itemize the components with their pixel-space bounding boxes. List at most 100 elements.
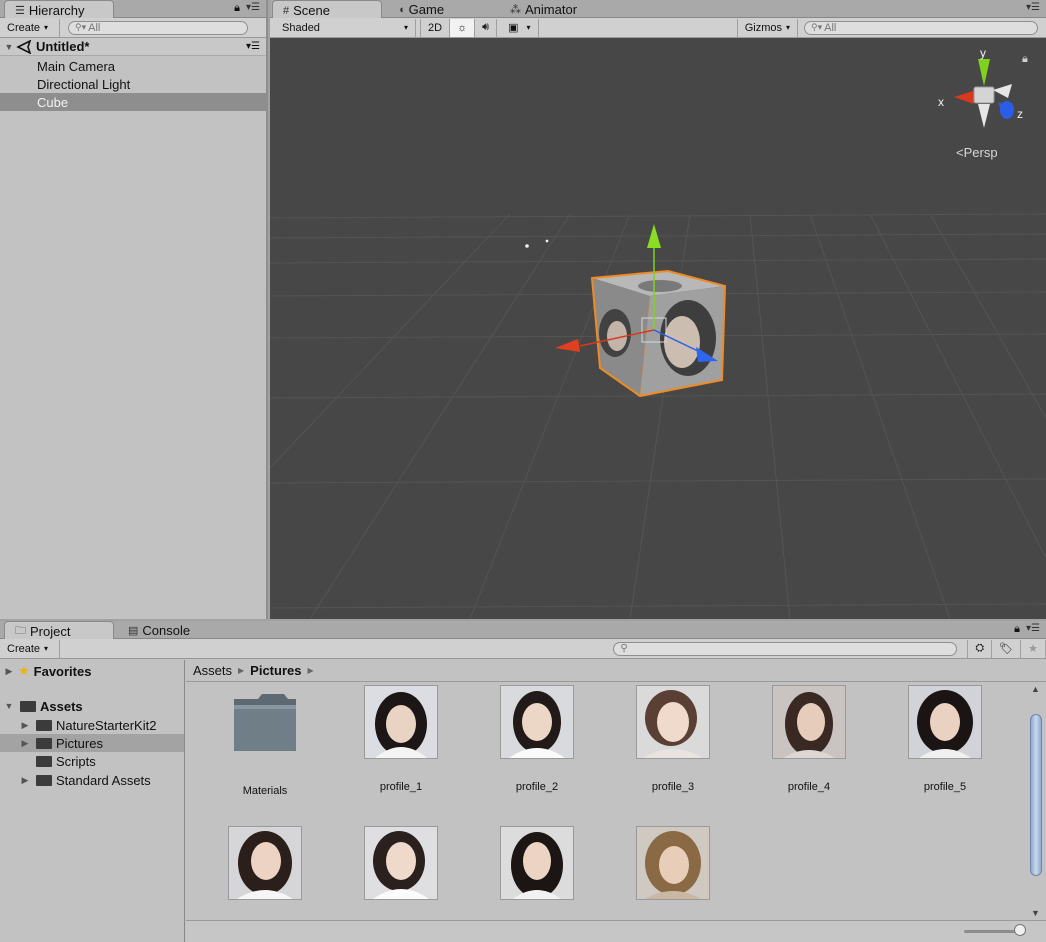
image-icon: ▣ — [508, 22, 519, 34]
filter-by-type-button[interactable]: ⛭ — [967, 639, 993, 658]
image-thumbnail — [228, 826, 302, 900]
scene-viewport[interactable]: y x z 🔒︎ <Persp — [270, 38, 1046, 619]
viewport-lock-icon[interactable]: 🔒︎ — [1022, 52, 1028, 65]
panel-menu-icon[interactable]: ▾☰ — [1026, 623, 1040, 634]
hierarchy-panel: ☰ Hierarchy 🔒︎ ▾☰ Create ▾ ⚲▾ All ▼ Unti… — [0, 0, 268, 619]
tab-animator-label: Animator — [525, 2, 578, 17]
expand-arrow-icon[interactable]: ▶ — [18, 720, 32, 731]
scene-search-input[interactable]: ⚲▾ All — [804, 20, 1038, 35]
asset-profile-image[interactable] — [482, 826, 592, 922]
gizmo-label-y: y — [980, 46, 986, 60]
tab-hierarchy[interactable]: ☰ Hierarchy — [4, 0, 114, 19]
filter-by-label-button[interactable]: 🏷︎ — [992, 639, 1022, 658]
breadcrumb-separator-icon: ▶ — [238, 666, 245, 675]
scene-audio-toggle[interactable]: 🔊︎ — [475, 18, 498, 37]
folder-row-standard-assets[interactable]: ▶ Standard Assets — [0, 771, 184, 789]
expand-arrow-icon[interactable]: ▶ — [18, 738, 32, 749]
folder-icon — [36, 755, 52, 767]
asset-profile-image[interactable] — [210, 826, 320, 922]
hierarchy-tabbar: ☰ Hierarchy 🔒︎ ▾☰ — [0, 0, 266, 19]
hierarchy-item-main-camera[interactable]: Main Camera — [0, 57, 266, 75]
tab-scene[interactable]: # Scene — [272, 0, 382, 19]
breadcrumb-item[interactable]: Assets — [193, 663, 232, 678]
asset-profile-image[interactable] — [618, 826, 728, 922]
asset-profile-5[interactable]: profile_5 — [890, 685, 1000, 793]
tab-console[interactable]: ▤ Console — [118, 621, 198, 639]
selected-cube[interactable] — [590, 269, 727, 398]
asset-materials-folder[interactable]: Materials — [210, 685, 320, 797]
gizmos-dropdown[interactable]: Gizmos ▾ — [736, 18, 798, 37]
project-panel: 🗀 Project ▤ Console 🔒︎ ▾☰ Create ▾ ⚲ ⛭ 🏷… — [0, 621, 1046, 942]
asset-grid-scrollbar[interactable]: ▲ ▼ — [1029, 682, 1043, 920]
x-axis-handle[interactable] — [555, 339, 580, 352]
asset-label: profile_5 — [923, 781, 967, 793]
hierarchy-search-input[interactable]: ⚲▾ All — [68, 20, 248, 35]
asset-label: Materials — [242, 785, 288, 797]
asset-profile-2[interactable]: profile_2 — [482, 685, 592, 793]
scene-panel: # Scene ◖ Game ⁂ Animator ▾☰ Shaded ▾ 2D… — [270, 0, 1046, 619]
panel-menu-icon[interactable]: ▾☰ — [246, 2, 260, 13]
hierarchy-item-directional-light[interactable]: Directional Light — [0, 75, 266, 93]
create-dropdown[interactable]: Create ▾ — [0, 639, 60, 658]
image-thumbnail — [908, 685, 982, 759]
assets-label: Assets — [40, 698, 83, 714]
project-tabbar: 🗀 Project ▤ Console 🔒︎ ▾☰ — [0, 621, 1046, 640]
asset-profile-1[interactable]: profile_1 — [346, 685, 456, 793]
folder-row-naturestarterkit2[interactable]: ▶ NatureStarterKit2 — [0, 716, 184, 734]
dropdown-arrow-icon: ▾ — [403, 23, 408, 32]
expand-arrow-icon[interactable]: ▼ — [2, 701, 16, 711]
project-search-input[interactable]: ⚲ — [613, 641, 958, 656]
orientation-gizmo[interactable] — [954, 59, 1014, 128]
lock-icon[interactable]: 🔒︎ — [234, 2, 240, 15]
scene-menu-icon[interactable]: ▾☰ — [246, 41, 260, 52]
folder-label: NatureStarterKit2 — [56, 717, 157, 733]
dropdown-arrow-icon: ▾ — [44, 644, 49, 653]
star-icon: ★ — [1028, 643, 1038, 655]
tab-project[interactable]: 🗀 Project — [4, 621, 114, 640]
tab-game[interactable]: ◖ Game — [388, 0, 452, 18]
assets-row[interactable]: ▼ Assets — [0, 697, 184, 715]
scene-tabbar: # Scene ◖ Game ⁂ Animator ▾☰ — [270, 0, 1046, 19]
asset-profile-3[interactable]: profile_3 — [618, 685, 728, 793]
projection-toggle[interactable]: <Persp — [956, 145, 998, 160]
tab-animator[interactable]: ⁂ Animator — [500, 0, 585, 18]
hierarchy-item-cube[interactable]: Cube — [0, 93, 266, 111]
save-search-button[interactable]: ★ — [1021, 639, 1046, 658]
scrollbar-thumb[interactable] — [1030, 714, 1042, 876]
folder-icon — [36, 774, 52, 786]
star-icon: ★ — [18, 663, 30, 678]
scene-effects-dropdown[interactable]: ▣ ▾ — [501, 18, 539, 37]
scene-lighting-toggle[interactable]: ☼ — [450, 18, 476, 37]
folder-label: Standard Assets — [56, 772, 151, 788]
hierarchy-item-label: Directional Light — [37, 76, 131, 92]
2d-toggle-button[interactable]: 2D — [420, 18, 451, 37]
asset-label: profile_4 — [787, 781, 831, 793]
hierarchy-item-label: Main Camera — [37, 58, 116, 74]
asset-label: profile_3 — [651, 781, 695, 793]
scroll-up-icon[interactable]: ▲ — [1031, 684, 1040, 694]
folder-row-scripts[interactable]: Scripts — [0, 752, 184, 770]
thumbnail-size-slider-knob[interactable] — [1014, 924, 1026, 936]
lock-icon[interactable]: 🔒︎ — [1014, 623, 1020, 636]
expand-arrow-icon[interactable]: ▶ — [18, 775, 32, 786]
breadcrumb-item-current[interactable]: Pictures — [250, 663, 301, 678]
folder-label: Pictures — [56, 735, 103, 751]
scroll-down-icon[interactable]: ▼ — [1031, 908, 1040, 918]
asset-profile-4[interactable]: profile_4 — [754, 685, 864, 793]
gizmos-label: Gizmos — [744, 21, 782, 34]
filter-type-icon: ⛭ — [975, 642, 985, 654]
expand-arrow-icon[interactable]: ▶ — [2, 666, 16, 677]
favorites-row[interactable]: ▶ ★ Favorites — [0, 662, 184, 680]
folder-icon — [36, 719, 52, 731]
tab-console-label: Console — [142, 623, 191, 638]
create-dropdown[interactable]: Create ▾ — [0, 18, 60, 37]
folder-row-pictures[interactable]: ▶ Pictures — [0, 734, 184, 752]
panel-menu-icon[interactable]: ▾☰ — [1026, 2, 1040, 13]
scene-root-row[interactable]: ▼ Untitled* ▾☰ — [0, 38, 266, 56]
search-placeholder: All — [824, 21, 837, 34]
shading-mode-dropdown[interactable]: Shaded ▾ — [270, 18, 416, 37]
dropdown-arrow-icon: ▾ — [785, 23, 790, 32]
expand-arrow-icon[interactable]: ▼ — [2, 42, 16, 52]
search-icon: ⚲▾ — [811, 22, 823, 32]
asset-profile-image[interactable] — [346, 826, 456, 922]
